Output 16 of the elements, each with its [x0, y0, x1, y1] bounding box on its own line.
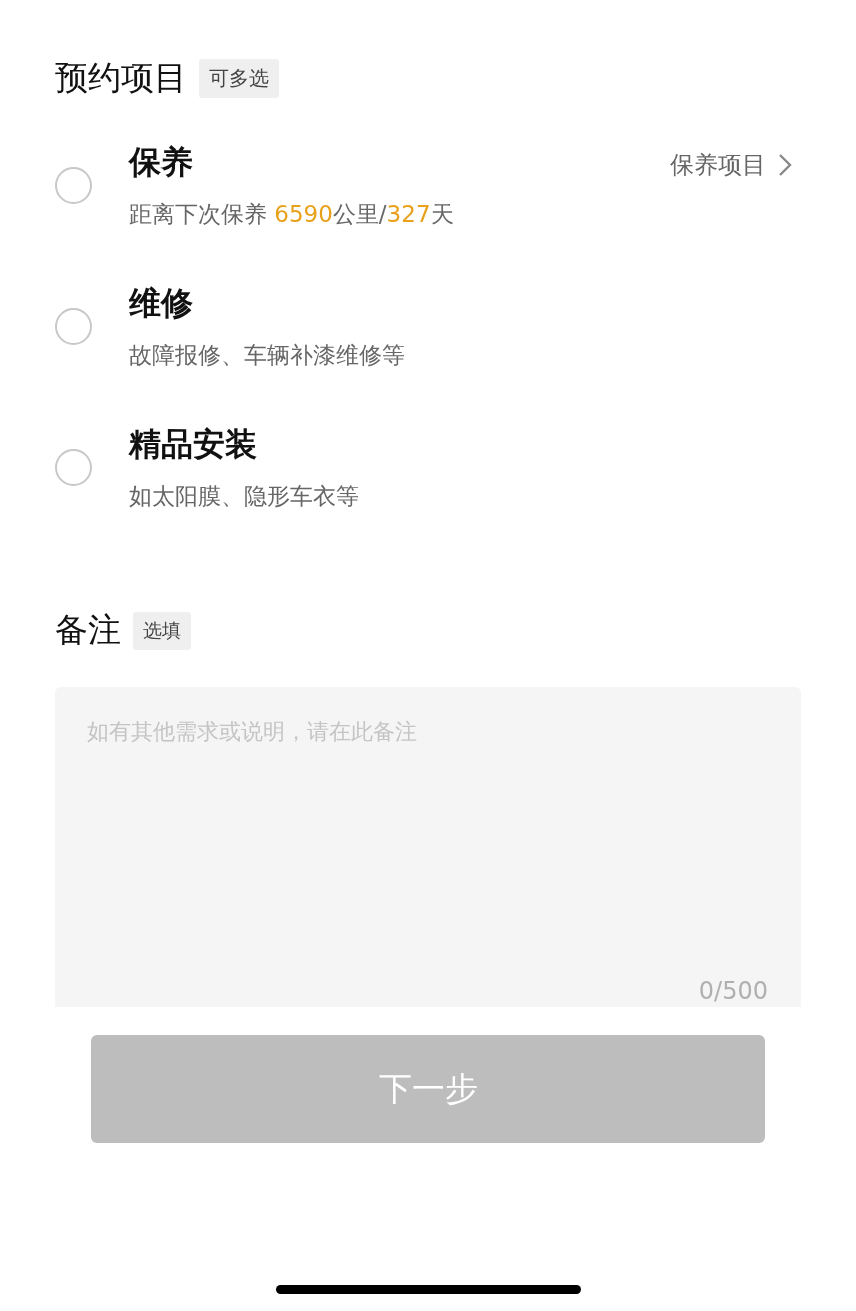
- chevron-right-icon: [778, 152, 792, 177]
- radio-button[interactable]: [55, 449, 92, 486]
- maintenance-items-link[interactable]: 保养项目: [670, 148, 792, 181]
- section-title: 预约项目: [55, 57, 187, 99]
- item-title: 保养: [129, 142, 194, 183]
- item-title: 精品安装: [129, 424, 258, 465]
- radio-button[interactable]: [55, 167, 92, 204]
- remarks-title: 备注: [55, 609, 121, 651]
- character-counter: 0/500: [698, 977, 768, 1005]
- multi-select-tag: 可多选: [199, 59, 279, 98]
- optional-tag: 选填: [133, 611, 191, 650]
- item-description: 故障报修、车辆补漆维修等: [129, 341, 406, 370]
- radio-button[interactable]: [55, 308, 92, 345]
- item-title: 维修: [129, 283, 194, 324]
- item-description: 如太阳膜、隐形车衣等: [129, 482, 360, 511]
- item-description: 距离下次保养 6590公里/327天: [129, 200, 455, 229]
